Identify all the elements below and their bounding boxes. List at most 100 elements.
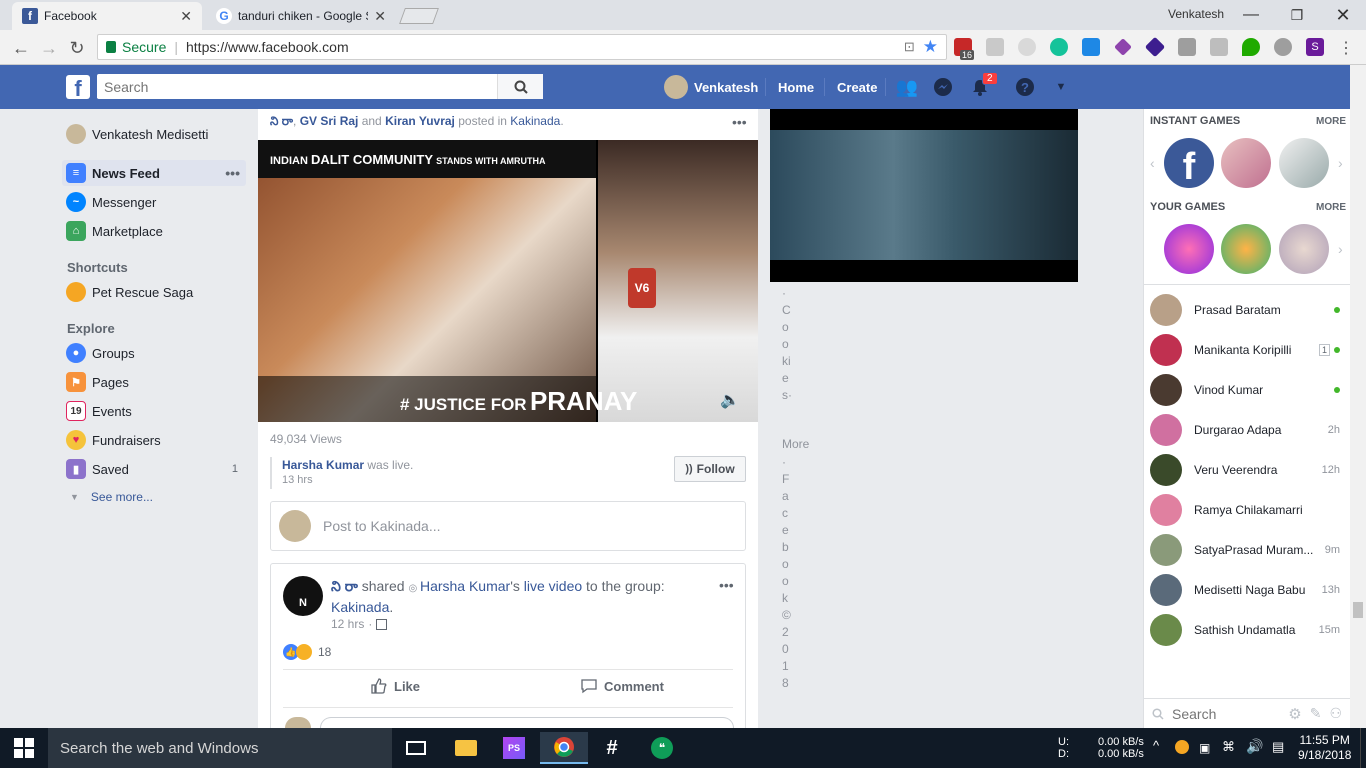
game-icon[interactable]	[1279, 138, 1329, 188]
follow-button[interactable]: )) Follow	[674, 456, 746, 482]
restore-icon[interactable]: ❐	[1274, 0, 1320, 30]
phpstorm-icon[interactable]: PS	[490, 732, 538, 764]
contact-row[interactable]: Sathish Undamatla 15m	[1150, 610, 1340, 650]
close-tab-icon[interactable]: ✕	[374, 8, 386, 25]
task-view-icon[interactable]	[392, 732, 440, 764]
avatar[interactable]	[664, 75, 688, 99]
live-author-link[interactable]: Harsha Kumar	[282, 458, 364, 472]
live-video-link[interactable]: live video	[524, 578, 582, 594]
comment-input[interactable]	[320, 717, 734, 728]
help-icon[interactable]: ?	[1014, 76, 1036, 98]
tray-app-icon[interactable]	[1175, 740, 1189, 754]
contact-row[interactable]: Vinod Kumar	[1150, 370, 1340, 410]
menu-dots-icon[interactable]: ⋮	[1338, 38, 1354, 58]
minimize-icon[interactable]: —	[1228, 0, 1274, 30]
left-nav-marketplace[interactable]: ⌂ Marketplace	[62, 218, 246, 244]
pdf-extension-icon[interactable]	[986, 38, 1004, 56]
author-link[interactable]: GV Sri Raj	[300, 114, 359, 128]
group-link[interactable]: Kakinada	[331, 599, 389, 615]
contact-row[interactable]: SatyaPrasad Muram... 9m	[1150, 530, 1340, 570]
video-player[interactable]: INDIAN DALIT COMMUNITY STANDS WITH AMRUT…	[258, 140, 758, 422]
left-nav-saved[interactable]: ▮ Saved 1	[62, 456, 246, 482]
cookies-link[interactable]: ·Cookies·	[782, 285, 792, 404]
scrollbar-thumb[interactable]	[1353, 602, 1363, 618]
contact-row[interactable]: Ramya Chilakamarri	[1150, 490, 1340, 530]
close-window-icon[interactable]: ✕	[1320, 0, 1366, 30]
more-options-icon[interactable]: •••	[225, 165, 240, 181]
url-text[interactable]: https://www.facebook.com	[186, 39, 349, 55]
author-link[interactable]: Kiran Yuvraj	[385, 114, 455, 128]
forward-arrow-icon[interactable]: →	[38, 37, 60, 59]
group-link[interactable]: Kakinada	[510, 114, 560, 128]
account-dropdown-icon[interactable]: ▼	[1050, 76, 1072, 98]
author-link[interactable]: ని రా	[270, 114, 293, 128]
game-icon[interactable]	[1221, 138, 1271, 188]
contact-row[interactable]: Manikanta Koripilli 1	[1150, 330, 1340, 370]
game-icon[interactable]	[1279, 224, 1329, 274]
clock[interactable]: 11:55 PM 9/18/2018	[1298, 733, 1351, 763]
group-composer[interactable]: Post to Kakinada...	[270, 501, 746, 551]
back-arrow-icon[interactable]: ←	[10, 37, 32, 59]
reload-icon[interactable]: ↻	[66, 37, 88, 59]
contact-row[interactable]: Prasad Baratam	[1150, 290, 1340, 330]
post-timestamp[interactable]: 12 hrs	[331, 617, 364, 631]
volume-icon[interactable]: 🔈	[720, 390, 740, 410]
extension-icon[interactable]	[1210, 38, 1228, 56]
instant-games-more-link[interactable]: MORE	[1316, 116, 1346, 127]
comment-button[interactable]: Comment	[580, 677, 664, 695]
chat-search-input[interactable]	[1172, 705, 1262, 722]
home-link[interactable]: Home	[778, 65, 814, 109]
author-link[interactable]: ని రా	[331, 578, 358, 594]
create-group-icon[interactable]: ⚇	[1329, 705, 1342, 722]
friend-requests-icon[interactable]: 👥	[896, 76, 918, 98]
slack-icon[interactable]: #	[588, 732, 636, 764]
your-games-more-link[interactable]: MORE	[1316, 202, 1346, 213]
taskbar-search[interactable]: Search the web and Windows	[48, 728, 392, 768]
post-options-icon[interactable]: •••	[732, 114, 747, 130]
messenger-icon[interactable]	[932, 76, 954, 98]
contact-row[interactable]: Durgarao Adapa 2h	[1150, 410, 1340, 450]
chrome-icon[interactable]	[540, 732, 588, 764]
extension-icon[interactable]	[1082, 38, 1100, 56]
chevron-right-icon[interactable]: ›	[1338, 241, 1343, 257]
show-desktop-button[interactable]	[1360, 728, 1366, 768]
gear-icon[interactable]: ⚙	[1288, 705, 1301, 723]
create-link[interactable]: Create	[837, 65, 877, 109]
more-link[interactable]: More	[782, 437, 809, 451]
extension-icon[interactable]	[1018, 38, 1036, 56]
facebook-search[interactable]	[97, 74, 543, 99]
see-more-link[interactable]: ▼ See more...	[70, 490, 153, 504]
search-input[interactable]	[97, 75, 497, 98]
left-nav-messenger[interactable]: ~ Messenger	[62, 189, 246, 215]
facebook-logo-icon[interactable]: f	[66, 75, 90, 101]
facebook-game-icon[interactable]: f	[1164, 138, 1214, 188]
tray-network-icon[interactable]: ⌘	[1222, 739, 1235, 755]
chevron-right-icon[interactable]: ›	[1338, 155, 1343, 171]
game-icon[interactable]	[1221, 224, 1271, 274]
left-nav-profile[interactable]: Venkatesh Medisetti	[62, 121, 246, 147]
tray-network-drive-icon[interactable]: ▣	[1199, 741, 1210, 755]
contact-row[interactable]: Medisetti Naga Babu 13h	[1150, 570, 1340, 610]
extension-icon[interactable]	[1242, 38, 1260, 56]
tab-google-search[interactable]: G tanduri chiken - Google S ✕	[206, 2, 396, 30]
windows-start-icon[interactable]	[14, 738, 34, 761]
author-link[interactable]: Harsha Kumar	[420, 578, 510, 594]
tab-facebook[interactable]: f Facebook ✕	[12, 2, 202, 30]
chevron-left-icon[interactable]: ‹	[1150, 155, 1155, 171]
camera-extension-icon[interactable]	[1178, 38, 1196, 56]
left-nav-fundraisers[interactable]: ♥ Fundraisers	[62, 427, 246, 453]
candy-crush-soda-icon[interactable]	[1164, 224, 1214, 274]
close-tab-icon[interactable]: ✕	[180, 8, 192, 25]
translate-icon[interactable]: ⊡	[904, 39, 915, 55]
bookmark-star-icon[interactable]: ★	[923, 37, 938, 57]
composer-placeholder[interactable]: Post to Kakinada...	[323, 518, 441, 534]
avatar[interactable]: N	[283, 576, 323, 616]
tray-keyboard-icon[interactable]: ▤	[1272, 739, 1284, 755]
left-nav-news-feed[interactable]: ≡ News Feed •••	[62, 160, 246, 186]
left-nav-pet-rescue-saga[interactable]: Pet Rescue Saga	[62, 279, 246, 305]
left-nav-events[interactable]: 19 Events	[62, 398, 246, 424]
browser-profile-name[interactable]: Venkatesh	[1168, 7, 1224, 21]
search-button[interactable]	[497, 74, 543, 99]
contact-row[interactable]: Veru Veerendra 12h	[1150, 450, 1340, 490]
post-options-icon[interactable]: •••	[719, 577, 734, 593]
